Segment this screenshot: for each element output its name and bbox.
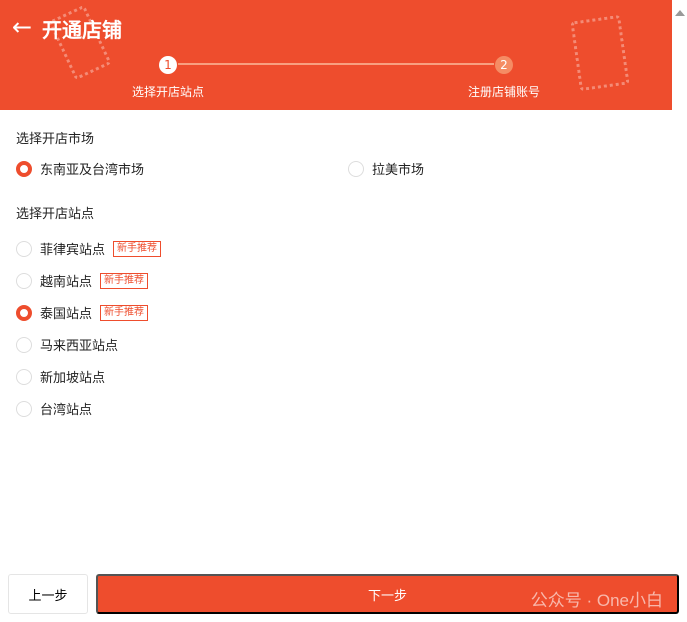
- step-2-label: 注册店铺账号: [468, 85, 541, 99]
- next-step-button[interactable]: 下一步 公众号 · One小白: [96, 574, 679, 614]
- bag-decoration-icon: [570, 14, 630, 92]
- radio-icon[interactable]: [16, 272, 32, 289]
- market-section-label: 选择开店市场: [16, 132, 95, 147]
- radio-icon[interactable]: [16, 336, 32, 353]
- site-option-singapore[interactable]: 新加坡站点: [16, 367, 105, 386]
- back-arrow-icon[interactable]: ←: [12, 14, 32, 40]
- option-label: 泰国站点: [40, 307, 93, 322]
- site-option-thailand[interactable]: 泰国站点 新手推荐: [16, 303, 149, 322]
- previous-step-button[interactable]: 上一步: [8, 574, 88, 614]
- scrollbar[interactable]: [672, 0, 687, 622]
- radio-icon[interactable]: [16, 400, 32, 417]
- option-label: 新加坡站点: [40, 371, 106, 386]
- site-option-philippines[interactable]: 菲律宾站点 新手推荐: [16, 239, 162, 258]
- option-label: 东南亚及台湾市场: [40, 163, 145, 178]
- site-option-taiwan[interactable]: 台湾站点: [16, 399, 92, 418]
- market-option-sea[interactable]: 东南亚及台湾市场: [16, 159, 144, 178]
- site-option-malaysia[interactable]: 马来西亚站点: [16, 335, 118, 354]
- radio-icon[interactable]: [348, 160, 364, 177]
- header: ← 开通店铺 1 2 选择开店站点 注册店铺账号: [0, 0, 672, 110]
- page-title: 开通店铺: [42, 18, 122, 42]
- step-1-label: 选择开店站点: [132, 85, 205, 99]
- recommend-badge: 新手推荐: [100, 304, 149, 321]
- radio-icon[interactable]: [16, 240, 32, 257]
- radio-checked-icon[interactable]: [16, 160, 32, 177]
- option-label: 台湾站点: [40, 403, 93, 418]
- watermark: 公众号 · One小白: [530, 591, 663, 610]
- radio-icon[interactable]: [16, 368, 32, 385]
- option-label: 马来西亚站点: [40, 339, 119, 354]
- option-label: 拉美市场: [372, 163, 425, 178]
- step-2-indicator: 2: [495, 56, 513, 74]
- option-label: 菲律宾站点: [40, 243, 106, 258]
- step-connector: [178, 63, 494, 65]
- scroll-up-icon[interactable]: [675, 10, 685, 16]
- option-label: 越南站点: [40, 275, 93, 290]
- step-1-indicator: 1: [159, 56, 177, 74]
- site-option-vietnam[interactable]: 越南站点 新手推荐: [16, 271, 149, 290]
- site-section-label: 选择开店站点: [16, 207, 95, 222]
- market-option-latam[interactable]: 拉美市场: [348, 159, 424, 178]
- recommend-badge: 新手推荐: [100, 272, 149, 289]
- radio-checked-icon[interactable]: [16, 304, 32, 321]
- recommend-badge: 新手推荐: [113, 240, 162, 257]
- next-label: 下一步: [367, 587, 407, 603]
